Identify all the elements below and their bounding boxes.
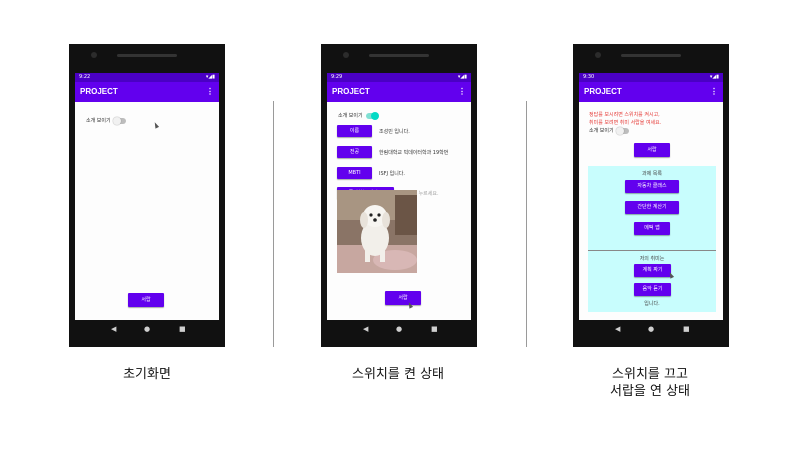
drawer-button[interactable]: 서랍 [128, 293, 164, 307]
intro-switch-row: 소개 보이기 [589, 126, 629, 135]
status-time: 9:30 [583, 74, 595, 80]
caption-switch-on: 스위치를 켠 상태 [352, 367, 444, 382]
major-text: 한림대학교 빅데이터학과 19학번 [379, 150, 449, 156]
recents-icon[interactable]: ■ [431, 325, 438, 333]
caption-drawer-open-line-1: 스위치를 끄고 [612, 367, 688, 382]
divider [273, 101, 274, 347]
warning-line-2: 취미를 보려면 취미 서랍을 여세요. [589, 120, 662, 126]
mouse-cursor-icon [667, 271, 675, 279]
intro-switch[interactable] [112, 116, 126, 125]
phone-screen: 9:29 ▾◢▮ PROJECT ⋮ 소개 보이기 이름 조성민 입니다. 전공… [327, 73, 471, 320]
back-icon[interactable]: ◀ [363, 325, 368, 333]
mouse-cursor-icon [152, 121, 160, 129]
status-icons: ▾◢▮ [205, 74, 215, 80]
nav-bar: ◀ ● ■ [327, 322, 471, 339]
status-time: 9:29 [331, 74, 343, 80]
intro-switch-row: 소개 보이기 [86, 116, 126, 125]
camera-dot [595, 52, 601, 58]
status-bar: 9:30 ▾◢▮ [579, 73, 723, 82]
home-icon[interactable]: ● [396, 325, 402, 333]
camera-dot [343, 52, 349, 58]
assignment-button-car[interactable]: 자동차 클래스 [625, 180, 679, 193]
dog-photo [337, 190, 417, 273]
hobby-button-planning[interactable]: 계획 짜기 [634, 264, 671, 277]
speaker-grille [621, 54, 681, 57]
switch-label: 소개 보이기 [338, 113, 363, 119]
drawer-button[interactable]: 서랍 [385, 291, 421, 305]
app-bar: PROJECT ⋮ [579, 82, 723, 102]
name-button[interactable]: 이름 [337, 125, 372, 137]
phone-initial: 9:22 ▾◢▮ PROJECT ⋮ 소개 보이기 서랍 ◀ ● ■ [69, 44, 225, 347]
nav-bar: ◀ ● ■ [75, 322, 219, 339]
hobby-button-music[interactable]: 음악 듣기 [634, 283, 671, 296]
assignment-button-app[interactable]: 메떡 앱 [634, 222, 670, 235]
back-icon[interactable]: ◀ [111, 325, 116, 333]
hobby-title: 저의 취미는 [639, 256, 665, 262]
app-bar: PROJECT ⋮ [75, 82, 219, 102]
app-title: PROJECT [332, 87, 370, 96]
status-icons: ▾◢▮ [457, 74, 467, 80]
drawer-button[interactable]: 서랍 [634, 143, 670, 157]
app-title: PROJECT [80, 87, 118, 96]
app-bar: PROJECT ⋮ [327, 82, 471, 102]
overflow-menu-icon[interactable]: ⋮ [710, 82, 718, 102]
hobby-suffix: 입니다. [644, 301, 660, 307]
recents-icon[interactable]: ■ [683, 325, 690, 333]
assignments-title: 과제 목록 [642, 171, 662, 177]
home-icon[interactable]: ● [144, 325, 150, 333]
major-button[interactable]: 전공 [337, 146, 372, 158]
app-title: PROJECT [584, 87, 622, 96]
recents-icon[interactable]: ■ [179, 325, 186, 333]
phone-drawer-open: 9:30 ▾◢▮ PROJECT ⋮ 정답를 보시려면 스위치를 켜시고, 취미… [573, 44, 729, 347]
drawer-panel: 과제 목록 자동차 클래스 간단한 계산기 메떡 앱 저의 취미는 계획 짜기 … [588, 166, 716, 312]
status-bar: 9:29 ▾◢▮ [327, 73, 471, 82]
intro-switch[interactable] [365, 111, 379, 120]
status-icons: ▾◢▮ [709, 74, 719, 80]
mbti-text: ISFJ 입니다. [379, 171, 405, 177]
switch-label: 소개 보이기 [589, 128, 614, 134]
phone-screen: 9:30 ▾◢▮ PROJECT ⋮ 정답를 보시려면 스위치를 켜시고, 취미… [579, 73, 723, 320]
phone-switch-on: 9:29 ▾◢▮ PROJECT ⋮ 소개 보이기 이름 조성민 입니다. 전공… [321, 44, 477, 347]
warning-line-1: 정답를 보시려면 스위치를 켜시고, [589, 112, 660, 118]
divider [526, 101, 527, 347]
assignment-button-calculator[interactable]: 간단한 계산기 [625, 201, 679, 214]
intro-switch[interactable] [615, 126, 629, 135]
switch-label: 소개 보이기 [86, 118, 111, 124]
camera-dot [91, 52, 97, 58]
back-icon[interactable]: ◀ [615, 325, 620, 333]
intro-switch-row: 소개 보이기 [338, 111, 379, 120]
status-bar: 9:22 ▾◢▮ [75, 73, 219, 82]
caption-initial: 초기화면 [123, 367, 171, 382]
phone-screen: 9:22 ▾◢▮ PROJECT ⋮ 소개 보이기 서랍 [75, 73, 219, 320]
overflow-menu-icon[interactable]: ⋮ [206, 82, 214, 102]
speaker-grille [369, 54, 429, 57]
mbti-button[interactable]: MBTI [337, 167, 372, 179]
status-time: 9:22 [79, 74, 91, 80]
home-icon[interactable]: ● [648, 325, 654, 333]
speaker-grille [117, 54, 177, 57]
overflow-menu-icon[interactable]: ⋮ [458, 82, 466, 102]
caption-drawer-open-line-2: 서랍을 연 상태 [609, 384, 691, 399]
panel-divider [588, 250, 716, 251]
name-text: 조성민 입니다. [379, 129, 410, 135]
nav-bar: ◀ ● ■ [579, 322, 723, 339]
